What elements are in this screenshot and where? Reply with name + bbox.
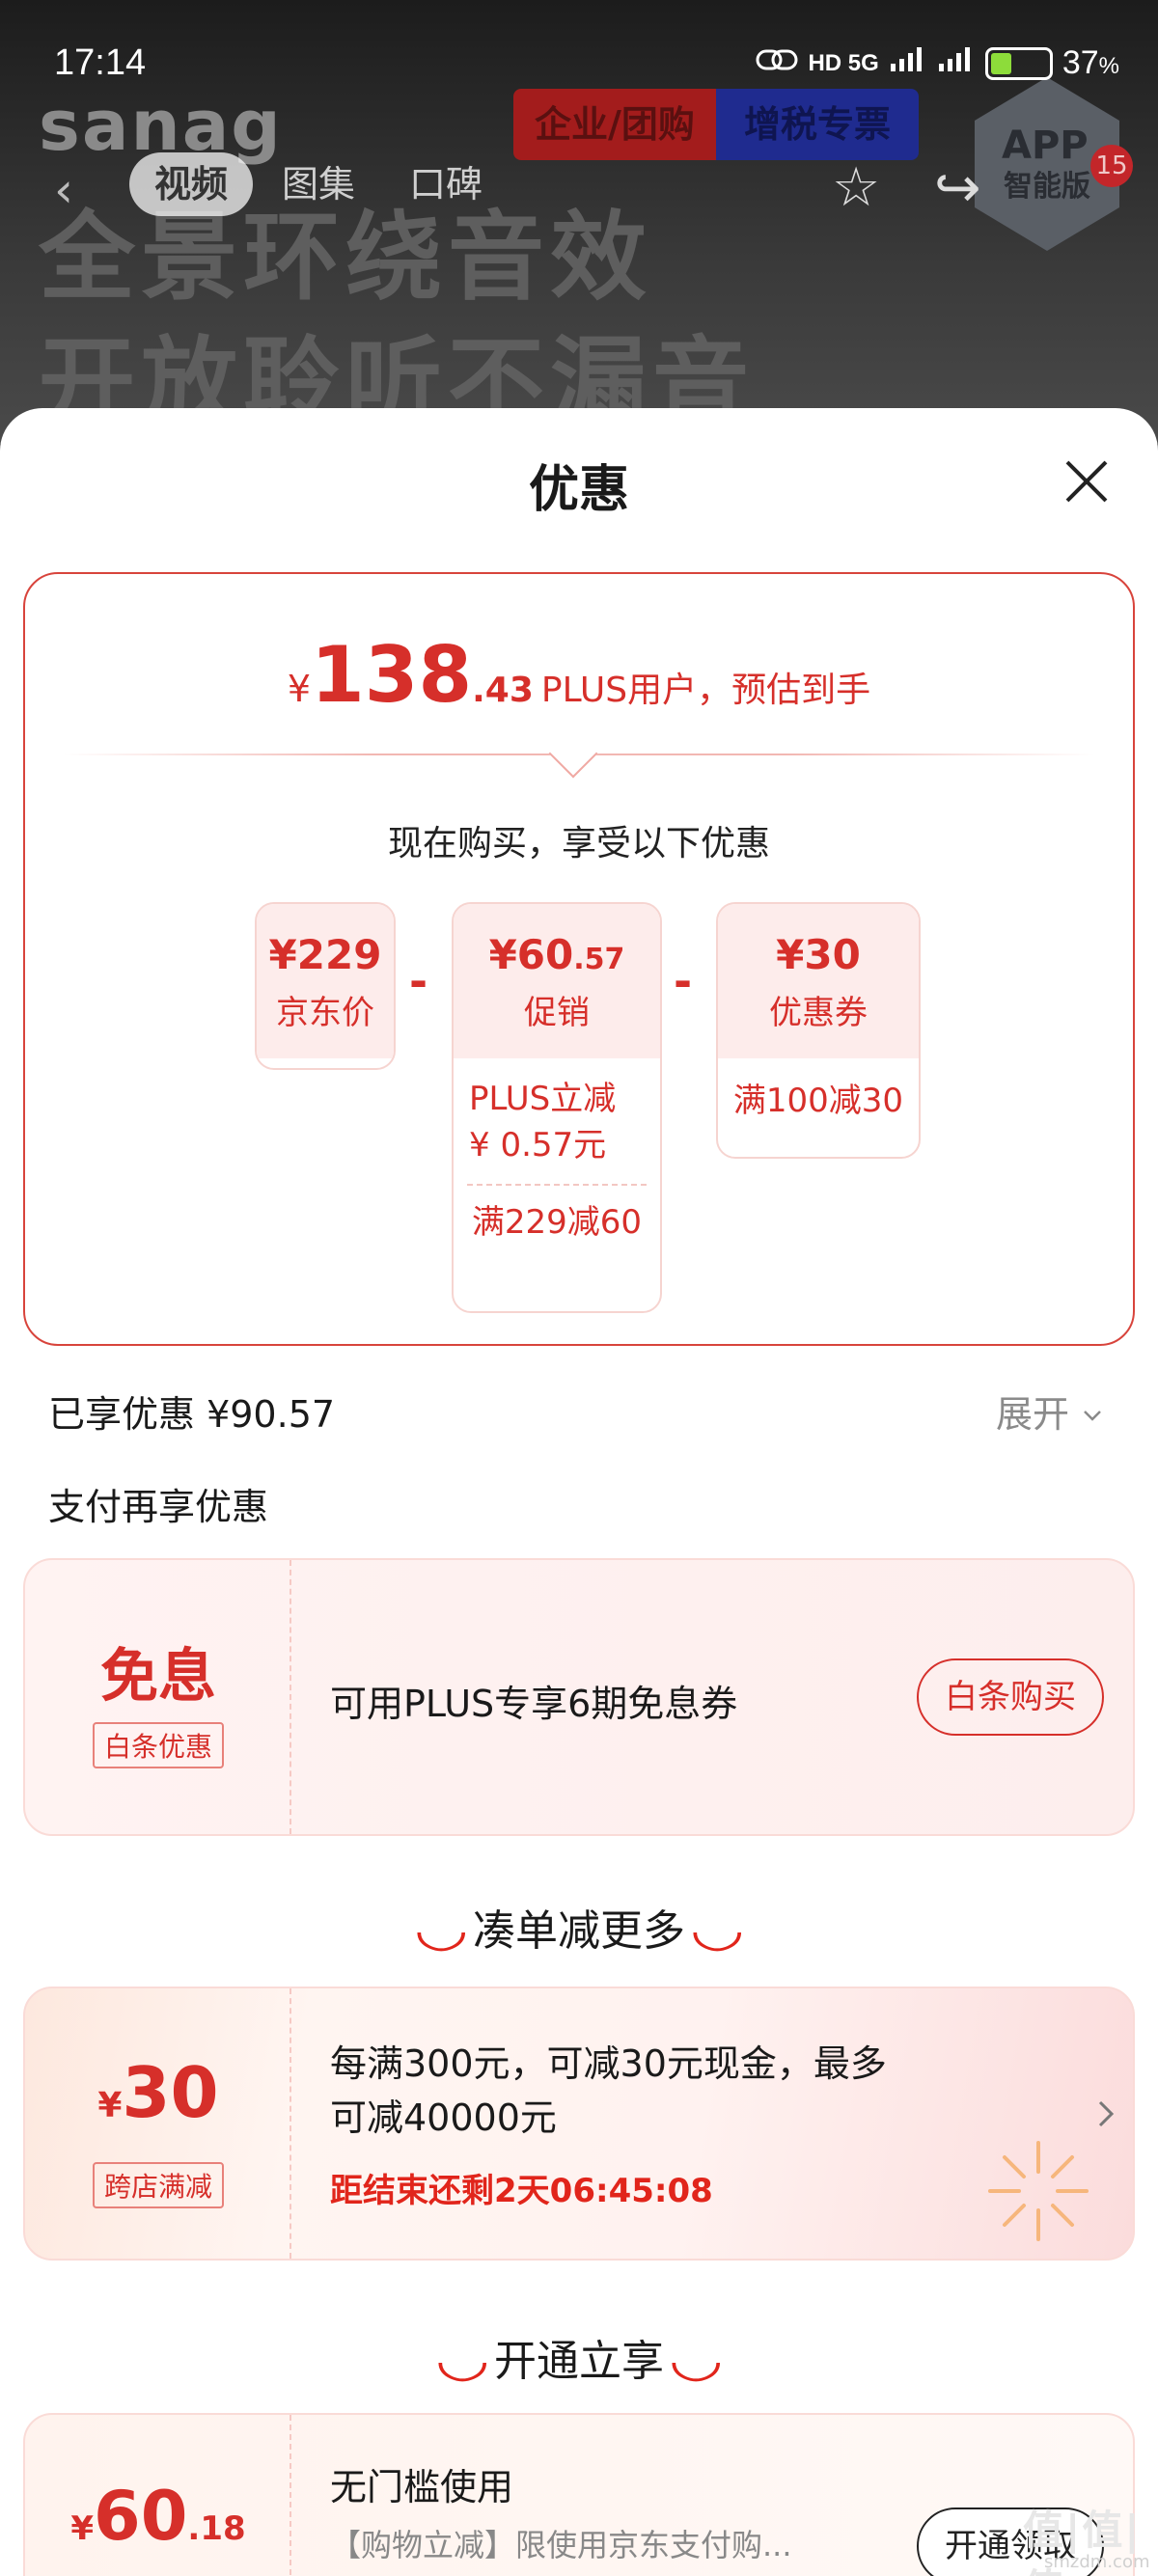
enjoyed-discount: 已享优惠 ¥90.57 [48, 1393, 336, 1436]
price-summary-card: ¥138.43 PLUS用户，预估到手 现在购买，享受以下优惠 ¥229 京东价 … [23, 572, 1135, 1346]
promotion-label: 促销 [524, 994, 590, 1032]
coupon-card: ¥30 优惠券 满100减30 [716, 902, 921, 1159]
chevron-right-icon [1094, 2096, 1117, 2135]
smile-icon: ◡ [416, 1901, 465, 1957]
watermark-url: smzdm.com [1044, 2552, 1150, 2572]
chevron-down-icon [1081, 1393, 1104, 1436]
link-icon [756, 45, 798, 82]
interest-free-title: 免息 [100, 1643, 216, 1711]
payment-section-title: 支付再享优惠 [48, 1486, 269, 1528]
estimated-price: ¥138.43 PLUS用户，预估到手 [25, 630, 1133, 720]
cross-store-amount: ¥30 [97, 2052, 219, 2133]
cross-store-card[interactable]: ¥30 跨店满减 每满300元，可减30元现金，最多 可减40000元 距结束还… [23, 1987, 1135, 2261]
open-benefit-description: 【购物立减】限使用京东支付购... [330, 2527, 792, 2563]
jd-price-value: ¥229 [268, 931, 382, 978]
price-note: PLUS用户，预估到手 [540, 671, 871, 710]
section-more-discount: ◡ 凑单减更多 ◡ [416, 1901, 742, 1957]
full-reduction-detail: 满229减60 [471, 1203, 643, 1242]
price-currency: ¥ [287, 668, 312, 710]
cross-store-description: 每满300元，可减30元现金，最多 可减40000元 [330, 2042, 887, 2139]
sparkle-decoration [980, 2133, 1096, 2253]
countdown-text: 距结束还剩2天06:45:08 [330, 2172, 713, 2210]
open-benefit-title: 无门槛使用 [330, 2466, 514, 2508]
smile-icon: ◡ [437, 2331, 486, 2387]
baitiao-buy-button[interactable]: 白条购买 [917, 1658, 1104, 1736]
sheet-title: 优惠 [528, 461, 629, 519]
tab-video[interactable]: 视频 [129, 152, 254, 216]
battery-level [990, 52, 1011, 74]
minus-sign: - [674, 955, 693, 1007]
open-benefit-amount: ¥60.18 [70, 2477, 246, 2556]
coupon-value: ¥30 [776, 931, 861, 978]
promotion-value: ¥60.57 [488, 931, 625, 978]
signal-icon [889, 44, 927, 82]
network-label: HD 5G [808, 49, 879, 76]
battery-percent: 37% [1062, 44, 1119, 81]
summary-notch [548, 728, 598, 779]
price-integer: 138 [311, 630, 473, 720]
product-nav-bar: ‹ 视频 图集 口碑 ☆ ↪ [0, 143, 1158, 226]
signal-icon-2 [937, 44, 976, 82]
plus-discount-detail: PLUS立减 ¥ 0.57元 [469, 1080, 617, 1165]
open-benefit-card: ¥60.18 无门槛使用 【购物立减】限使用京东支付购... 开通领取 [23, 2413, 1135, 2576]
share-icon[interactable]: ↪ [934, 154, 981, 220]
status-bar: 17:14 HD 5G 37% [0, 0, 1158, 83]
expand-toggle[interactable]: 展开 [996, 1384, 1104, 1438]
smile-icon: ◡ [672, 2331, 721, 2387]
baitiao-badge: 白条优惠 [92, 1722, 224, 1768]
favorite-star-icon[interactable]: ☆ [832, 156, 880, 219]
section-open-benefit: ◡ 开通立享 ◡ [437, 2331, 721, 2387]
status-icons: HD 5G 37% [756, 44, 1119, 82]
interest-free-card: 免息 白条优惠 可用PLUS专享6期免息券 白条购买 [23, 1558, 1135, 1836]
interest-free-text: 可用PLUS专享6期免息券 [330, 1683, 738, 1725]
back-icon[interactable]: ‹ [54, 162, 73, 218]
tab-reviews[interactable]: 口碑 [384, 152, 508, 216]
battery-icon [984, 46, 1053, 80]
minus-sign: - [409, 955, 428, 1007]
smile-icon: ◡ [693, 1901, 742, 1957]
summary-subtitle: 现在购买，享受以下优惠 [387, 824, 770, 863]
jd-price-card: ¥229 京东价 [255, 902, 396, 1070]
coupon-label: 优惠券 [769, 994, 868, 1032]
coupon-detail: 满100减30 [732, 1082, 904, 1120]
cross-store-badge: 跨店满减 [92, 2162, 224, 2208]
expand-label: 展开 [996, 1393, 1070, 1436]
status-time: 17:14 [54, 42, 147, 83]
price-decimal: .43 [472, 671, 534, 710]
close-icon[interactable] [1056, 451, 1117, 512]
jd-price-label: 京东价 [276, 994, 374, 1032]
tab-gallery[interactable]: 图集 [257, 152, 380, 216]
discount-sheet: 优惠 ¥138.43 PLUS用户，预估到手 现在购买，享受以下优惠 ¥229 京… [0, 408, 1158, 2576]
promotion-card: ¥60.57 促销 PLUS立减 ¥ 0.57元 满229减60 [452, 902, 662, 1313]
